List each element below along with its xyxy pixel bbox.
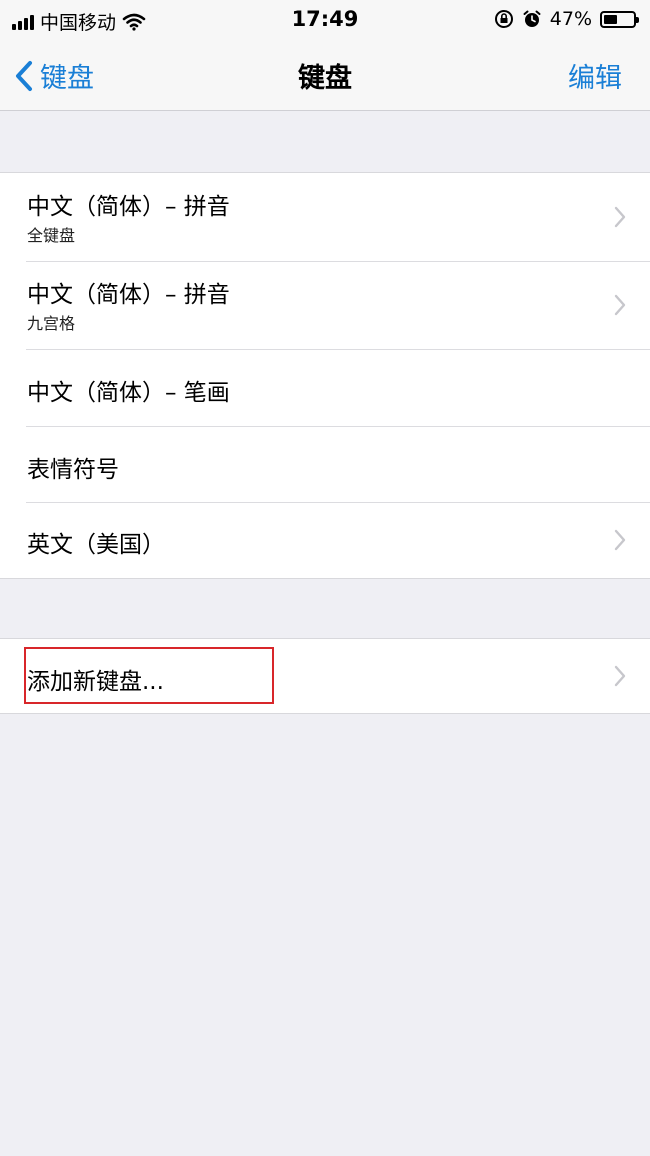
keyboard-subtitle: 全键盘	[27, 226, 76, 245]
status-right: 47%	[494, 8, 639, 30]
chevron-right-icon	[614, 206, 626, 228]
back-button[interactable]: 键盘	[14, 56, 94, 95]
keyboard-title: 中文（简体）– 拼音	[27, 194, 230, 220]
keyboard-subtitle: 九宫格	[27, 314, 76, 333]
keyboard-list: 中文（简体）– 拼音 全键盘 中文（简体）– 拼音 九宫格 中文（简体）– 笔画…	[0, 172, 650, 579]
battery-fill	[604, 14, 617, 24]
keyboard-row-emoji[interactable]: 表情符号	[0, 426, 650, 502]
orientation-lock-icon	[494, 10, 513, 28]
keyboard-row-stroke[interactable]: 中文（简体）– 笔画	[0, 349, 650, 426]
battery-percent: 47%	[549, 8, 592, 30]
keyboard-row-english-us[interactable]: 英文（美国）	[0, 502, 650, 578]
chevron-left-icon	[16, 60, 32, 91]
battery-icon	[600, 10, 639, 28]
add-keyboard-row[interactable]: 添加新键盘...	[0, 639, 650, 713]
edit-button[interactable]: 编辑	[568, 56, 622, 95]
keyboard-title: 英文（美国）	[27, 532, 165, 558]
back-button-label: 键盘	[40, 63, 94, 94]
navigation-bar: 键盘 键盘 编辑	[0, 40, 650, 111]
add-keyboard-section: 添加新键盘...	[0, 638, 650, 714]
alarm-icon	[523, 10, 541, 27]
chevron-right-icon	[614, 529, 626, 551]
keyboard-title: 中文（简体）– 笔画	[27, 380, 230, 406]
keyboard-row-pinyin-9key[interactable]: 中文（简体）– 拼音 九宫格	[0, 261, 650, 349]
keyboard-title: 中文（简体）– 拼音	[27, 282, 230, 308]
status-bar: 中国移动 17:49 47%	[0, 0, 650, 40]
chevron-right-icon	[614, 294, 626, 316]
page-title: 键盘	[298, 63, 352, 94]
keyboard-title: 表情符号	[27, 457, 119, 483]
chevron-right-icon	[614, 665, 626, 687]
add-keyboard-label: 添加新键盘...	[27, 669, 164, 695]
keyboard-row-pinyin-full[interactable]: 中文（简体）– 拼音 全键盘	[0, 173, 650, 261]
